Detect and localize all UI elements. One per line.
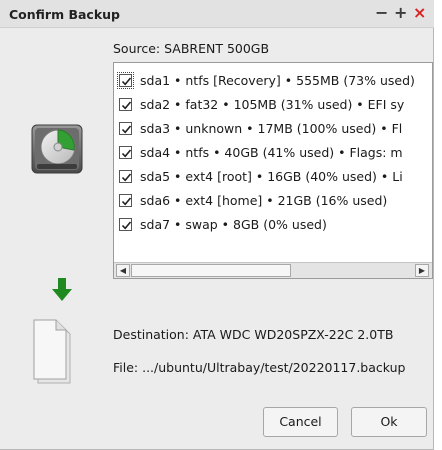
- partition-label: sda1 • ntfs [Recovery] • 555MB (73% used…: [140, 72, 415, 88]
- partition-row[interactable]: sda7 • swap • 8GB (0% used): [114, 212, 432, 236]
- document-icon: [33, 319, 75, 388]
- maximize-button[interactable]: +: [394, 5, 407, 21]
- source-label: Source: SABRENT 500GB: [113, 41, 270, 56]
- ok-button[interactable]: Ok: [351, 407, 427, 437]
- partition-checkbox[interactable]: [119, 217, 132, 231]
- close-button[interactable]: ×: [413, 5, 426, 21]
- cancel-button[interactable]: Cancel: [263, 407, 338, 437]
- destination-label: Destination: ATA WDC WD20SPZX-22C 2.0TB: [113, 327, 394, 342]
- partition-checkbox[interactable]: [119, 121, 132, 135]
- partition-checkbox[interactable]: [119, 145, 132, 159]
- horizontal-scrollbar[interactable]: ◀ ▶: [114, 262, 432, 278]
- scrollbar-thumb[interactable]: [131, 264, 291, 277]
- partition-row[interactable]: sda4 • ntfs • 40GB (41% used) • Flags: m: [114, 140, 432, 164]
- partition-list[interactable]: sda1 • ntfs [Recovery] • 555MB (73% used…: [113, 62, 433, 279]
- hard-drive-icon: [31, 123, 85, 178]
- confirm-backup-dialog: Confirm Backup − + × Source: SABRENT 500…: [0, 0, 434, 450]
- partition-label: sda2 • fat32 • 105MB (31% used) • EFI sy: [140, 96, 405, 112]
- scroll-right-button[interactable]: ▶: [415, 264, 429, 277]
- partition-label: sda6 • ext4 [home] • 21GB (16% used): [140, 192, 388, 208]
- partition-row[interactable]: sda5 • ext4 [root] • 16GB (40% used) • L…: [114, 164, 432, 188]
- minimize-button[interactable]: −: [375, 5, 388, 21]
- file-path-label: File: .../ubuntu/Ultrabay/test/20220117.…: [113, 360, 406, 375]
- partition-label: sda5 • ext4 [root] • 16GB (40% used) • L…: [140, 168, 403, 184]
- title-bar[interactable]: Confirm Backup − + ×: [0, 0, 434, 28]
- partition-label: sda3 • unknown • 17MB (100% used) • Fl: [140, 120, 403, 136]
- partition-checkbox[interactable]: [119, 169, 132, 183]
- partition-label: sda7 • swap • 8GB (0% used): [140, 216, 327, 232]
- partition-row[interactable]: sda2 • fat32 • 105MB (31% used) • EFI sy: [114, 92, 432, 116]
- partition-label: sda4 • ntfs • 40GB (41% used) • Flags: m: [140, 144, 403, 160]
- partition-row[interactable]: sda3 • unknown • 17MB (100% used) • Fl: [114, 116, 432, 140]
- partition-checkbox[interactable]: [117, 71, 134, 89]
- partition-row[interactable]: sda6 • ext4 [home] • 21GB (16% used): [114, 188, 432, 212]
- scroll-left-button[interactable]: ◀: [116, 264, 130, 277]
- partition-checkbox[interactable]: [119, 193, 132, 207]
- partition-checkbox[interactable]: [119, 97, 132, 111]
- partition-row[interactable]: sda1 • ntfs [Recovery] • 555MB (73% used…: [114, 68, 432, 92]
- down-arrow-icon: [52, 278, 72, 305]
- window-title: Confirm Backup: [9, 7, 120, 22]
